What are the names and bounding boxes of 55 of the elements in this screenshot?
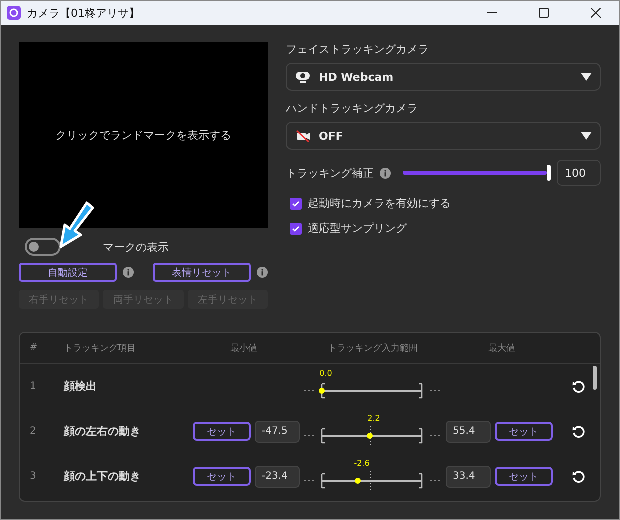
slider-label: トラッキング補正 xyxy=(286,166,374,180)
preview-hint: クリックでランドマークを表示する xyxy=(56,128,232,142)
camera-preview[interactable]: クリックでランドマークを表示する xyxy=(19,42,268,228)
range-reading: 0.0 xyxy=(320,368,332,378)
reset-icon[interactable] xyxy=(572,424,586,438)
app-icon xyxy=(7,6,21,20)
set-min-button[interactable]: セット xyxy=(193,422,251,441)
close-icon xyxy=(591,8,601,18)
tracking-item: 顔の左右の動き xyxy=(64,424,142,439)
value-field[interactable]: 100 xyxy=(557,160,601,186)
check-icon xyxy=(292,200,300,206)
info-icon xyxy=(380,168,391,178)
row-number: 3 xyxy=(30,471,38,482)
camera-off-icon xyxy=(295,130,311,142)
tracking-item: 顔検出 xyxy=(64,379,98,394)
tracking-item: 顔の上下の動き xyxy=(64,469,142,484)
column-header: トラッキング入力範囲 xyxy=(327,342,419,354)
column-header: トラッキング項目 xyxy=(64,342,137,354)
checkbox[interactable] xyxy=(290,222,302,234)
column-header: 最小値 xyxy=(230,342,258,354)
maximize-icon xyxy=(539,8,549,18)
column-header: # xyxy=(30,343,39,353)
check-icon xyxy=(292,226,300,232)
set-max-button[interactable]: セット xyxy=(495,422,553,441)
action-button[interactable]: 自動設定 xyxy=(19,263,117,282)
action-button[interactable]: 表情リセット xyxy=(153,263,251,282)
caret-icon xyxy=(581,73,592,81)
info-icon xyxy=(122,267,134,278)
camera-select[interactable]: HD Webcam xyxy=(286,63,601,91)
camera-select[interactable]: OFF xyxy=(286,122,601,150)
webcam-icon xyxy=(295,71,311,83)
info-icon xyxy=(256,267,268,278)
set-min-button[interactable]: セット xyxy=(193,467,251,486)
set-max-button[interactable]: セット xyxy=(495,467,553,486)
min-field[interactable]: -47.5 xyxy=(255,420,300,442)
range-reading: 2.2 xyxy=(368,414,380,422)
window-title: カメラ【01柊アリサ】 xyxy=(27,6,141,20)
max-field[interactable]: 55.4 xyxy=(446,420,491,442)
checkbox[interactable] xyxy=(290,198,302,210)
min-field[interactable]: -23.4 xyxy=(255,466,300,488)
checkbox-label: 適応型サンプリング xyxy=(308,221,407,236)
field-label: フェイストラッキングカメラ xyxy=(286,42,430,57)
reset-icon[interactable] xyxy=(572,380,586,394)
field-label: ハンドトラッキングカメラ xyxy=(286,101,419,116)
row-number: 2 xyxy=(30,426,38,437)
correction-slider[interactable] xyxy=(403,165,551,181)
max-field[interactable]: 33.4 xyxy=(446,466,491,488)
checkbox-label: 起動時にカメラを有効にする xyxy=(308,196,451,211)
reset-icon[interactable] xyxy=(572,470,586,484)
row-number: 1 xyxy=(30,381,38,392)
scrollbar[interactable] xyxy=(593,366,597,390)
range-reading: -2.6 xyxy=(354,458,370,468)
toggle-label: マークの表示 xyxy=(103,240,169,254)
caret-icon xyxy=(581,132,592,140)
column-header: 最大値 xyxy=(488,342,516,354)
